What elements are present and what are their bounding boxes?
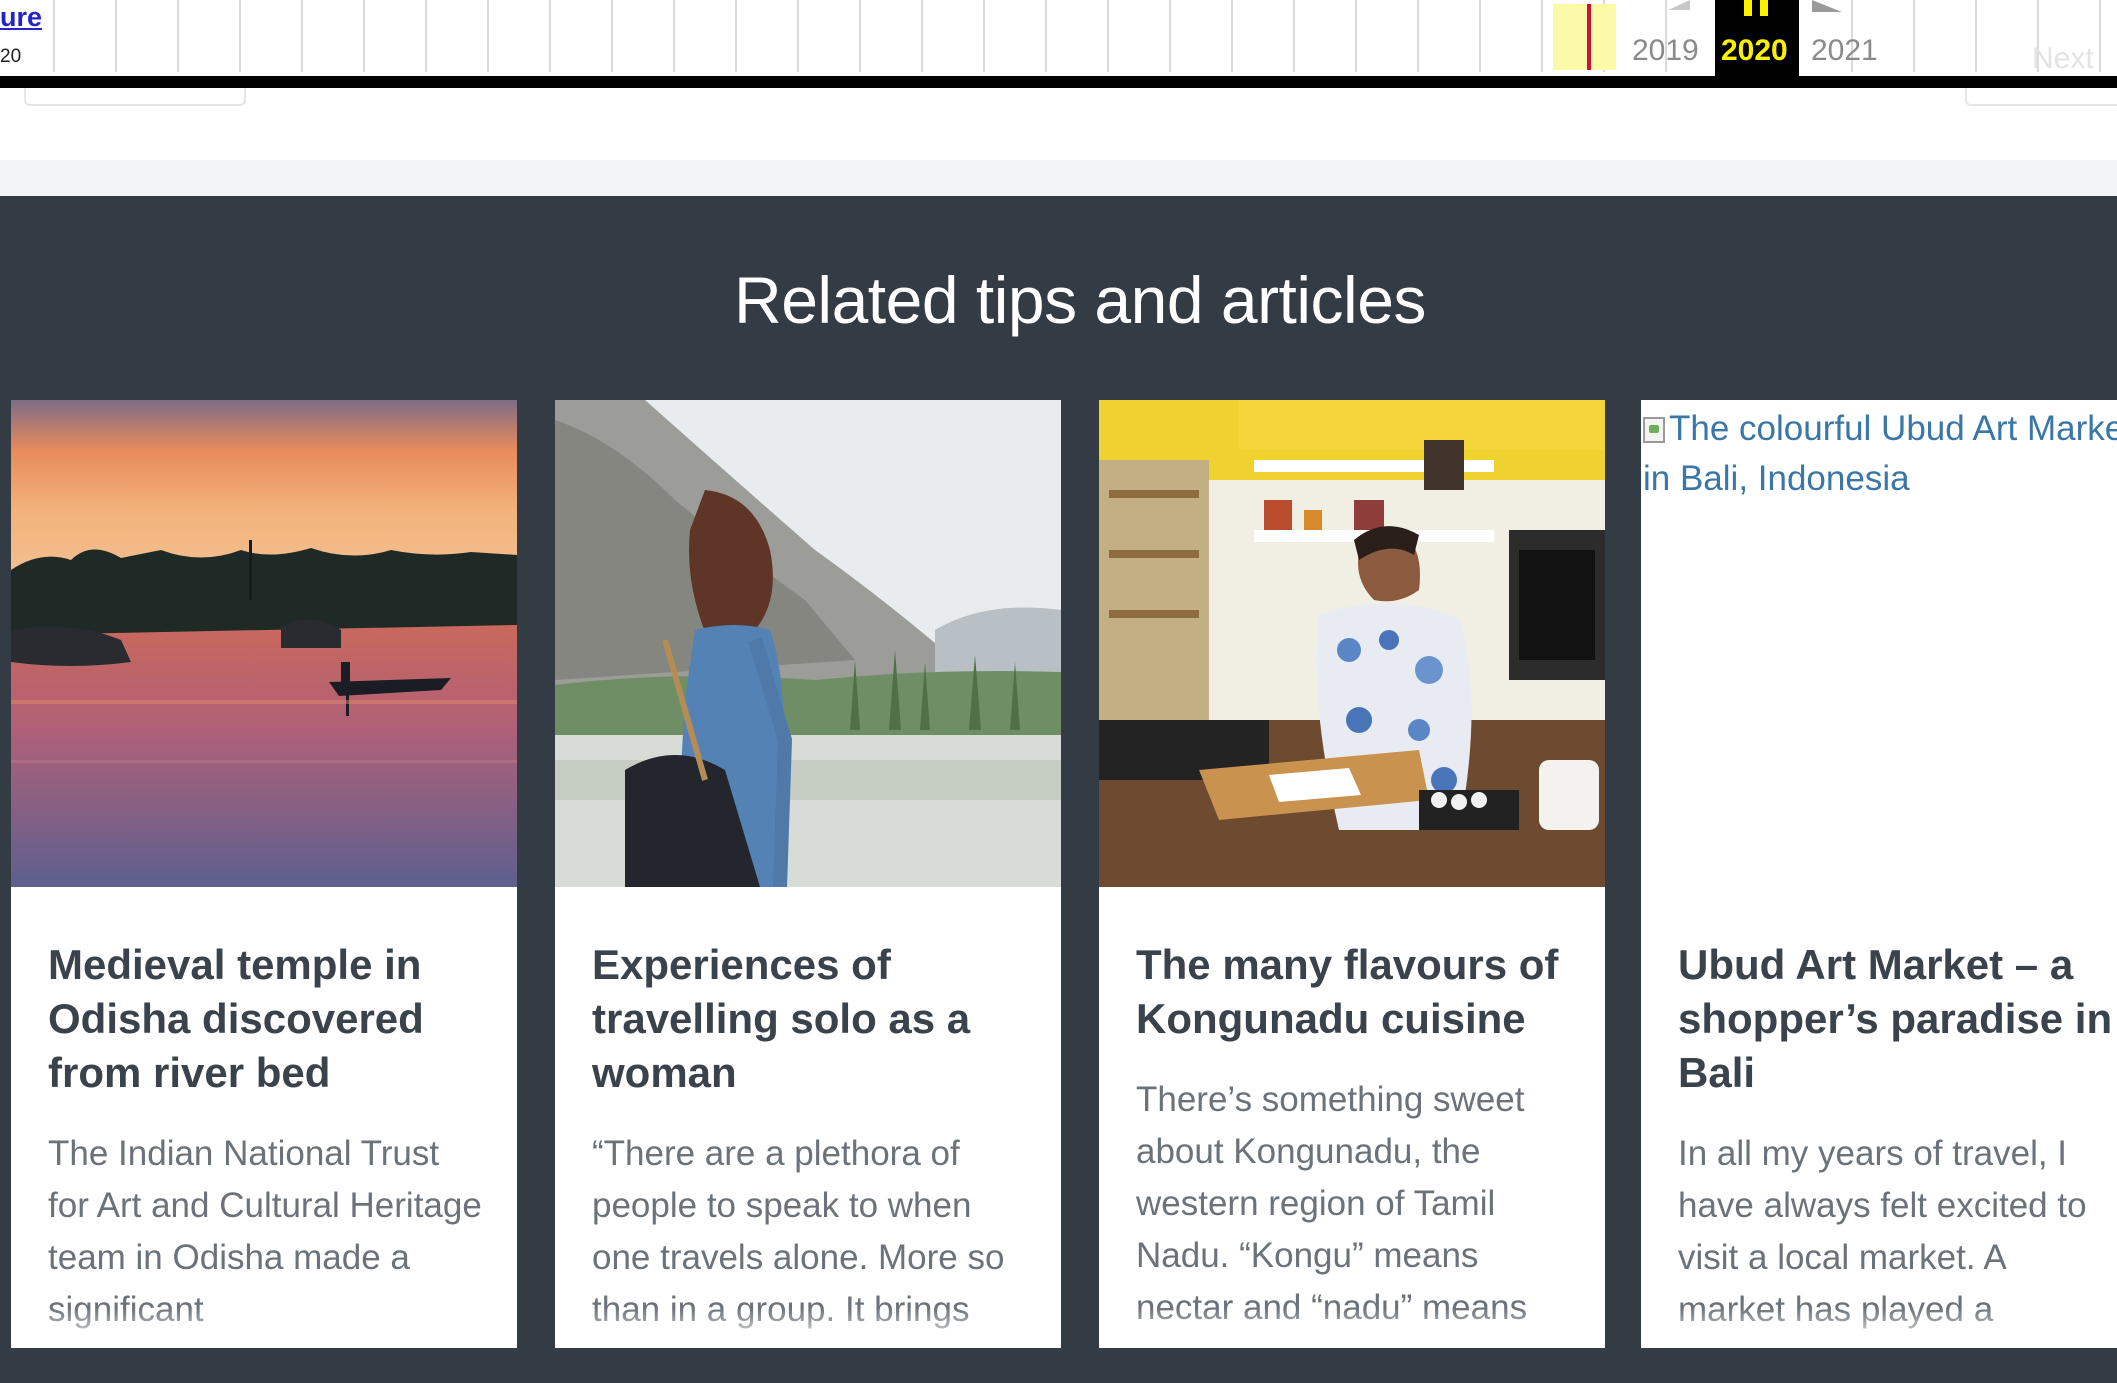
wayback-capture-link[interactable]: ure — [0, 2, 42, 33]
article-title[interactable]: Experiences of travelling solo as a woma… — [592, 938, 1032, 1100]
sparkline-tick — [1913, 0, 1915, 72]
article-title[interactable]: The many flavours of Kongunadu cuisine — [1136, 938, 1576, 1046]
year-next[interactable]: 2021 — [1811, 34, 1878, 68]
sparkline-tick — [363, 0, 365, 72]
sparkline-tick — [115, 0, 117, 72]
article-excerpt: The Indian National Trust for Art and Cu… — [48, 1134, 482, 1329]
sparkline-tick — [301, 0, 303, 72]
article-card[interactable]: The colourful Ubud Art Market in Bali, I… — [1641, 400, 2117, 1348]
year-current-label: 2020 — [1721, 34, 1788, 67]
sparkline-tick — [1231, 0, 1233, 72]
article-excerpt: In all my years of travel, I have always… — [1678, 1134, 2087, 1329]
sparkline-tick — [921, 0, 923, 72]
article-excerpt: “There are a plethora of people to speak… — [592, 1134, 1005, 1329]
excerpt-fade — [11, 1308, 517, 1348]
image-alt-text: The colourful Ubud Art Market in Bali, I… — [1643, 409, 2117, 498]
page-root: ure 20 2019 2020 2021 Next Related tips … — [0, 0, 2117, 1383]
sparkline-tick — [611, 0, 613, 72]
excerpt-fade — [555, 1308, 1061, 1348]
sparkline-tick — [2099, 0, 2101, 72]
article-card[interactable]: Medieval temple in Odisha discovered fro… — [11, 400, 517, 1348]
sparkline-tick — [177, 0, 179, 72]
related-heading: Related tips and articles — [734, 263, 1426, 337]
sparkline-tick — [1541, 0, 1543, 72]
sparkline-tick — [487, 0, 489, 72]
article-excerpt: There’s something sweet about Kongunadu,… — [1136, 1080, 1527, 1327]
sparkline-tick — [239, 0, 241, 72]
sparkline-tick — [1479, 0, 1481, 72]
chef-in-kitchen-image[interactable] — [1099, 400, 1605, 887]
section-separator — [0, 160, 2117, 196]
sparkline-tick — [1045, 0, 1047, 72]
year-prev[interactable]: 2019 — [1632, 34, 1699, 68]
sparkline-tick — [1107, 0, 1109, 72]
sparkline-tick — [425, 0, 427, 72]
excerpt-fade — [1641, 1308, 2117, 1348]
capture-sparkline[interactable] — [53, 0, 2101, 72]
year-current[interactable]: 2020 — [1715, 0, 1799, 76]
page-ghost-right — [1965, 88, 2117, 106]
wayback-capture-count: 20 — [0, 46, 22, 67]
article-card[interactable]: Experiences of travelling solo as a woma… — [555, 400, 1061, 1348]
page-ghost-left — [24, 88, 246, 106]
wayback-toolbar: ure 20 2019 2020 2021 Next — [0, 0, 2117, 76]
sparkline-tick — [1293, 0, 1295, 72]
toolbar-divider — [0, 76, 2117, 88]
sparkline-tick — [673, 0, 675, 72]
sparkline-tick — [735, 0, 737, 72]
broken-image-icon — [1643, 417, 1665, 443]
current-capture-icon — [1744, 0, 1768, 16]
next-button[interactable]: Next — [2032, 42, 2094, 76]
next-capture-arrow-icon[interactable] — [1812, 0, 1842, 12]
related-articles-section: Related tips and articles Medieval templ… — [0, 196, 2117, 1383]
sparkline-tick — [1355, 0, 1357, 72]
sparkline-tick — [983, 0, 985, 72]
prev-capture-arrow-icon[interactable] — [1668, 0, 1690, 10]
sparkline-tick — [1975, 0, 1977, 72]
sparkline-tick — [1169, 0, 1171, 72]
sparkline-tick — [549, 0, 551, 72]
broken-image[interactable]: The colourful Ubud Art Market in Bali, I… — [1641, 400, 2117, 887]
capture-marker — [1587, 4, 1591, 70]
sunset-river-boat-image[interactable] — [11, 400, 517, 887]
sparkline-tick — [797, 0, 799, 72]
solo-traveller-mountains-image[interactable] — [555, 400, 1061, 887]
excerpt-fade — [1099, 1308, 1605, 1348]
capture-highlight — [1553, 4, 1616, 70]
article-title[interactable]: Ubud Art Market – a shopper’s paradise i… — [1678, 938, 2117, 1100]
article-card[interactable]: The many flavours of Kongunadu cuisine T… — [1099, 400, 1605, 1348]
sparkline-tick — [859, 0, 861, 72]
sparkline-tick — [1417, 0, 1419, 72]
sparkline-tick — [53, 0, 55, 72]
article-title[interactable]: Medieval temple in Odisha discovered fro… — [48, 938, 488, 1100]
